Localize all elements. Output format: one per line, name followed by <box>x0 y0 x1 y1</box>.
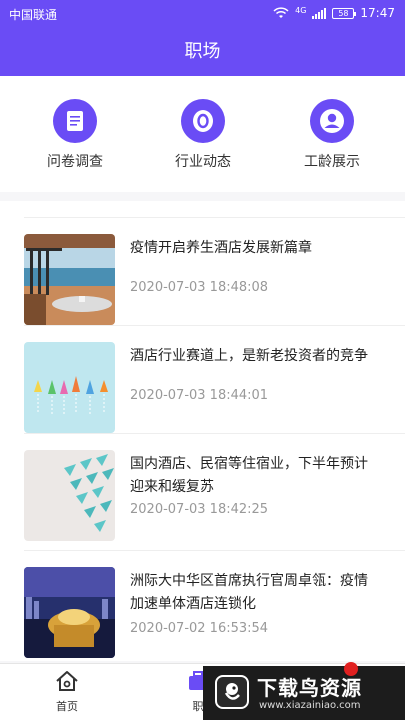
news-item[interactable]: 酒店行业赛道上，是新老投资者的竞争 2020-07-03 18:44:01 <box>0 325 405 433</box>
network-type: 4G <box>295 5 307 15</box>
watermark-url: www.xiazainiao.com <box>259 700 361 711</box>
wifi-icon <box>273 7 289 18</box>
news-list: 疫情开启养生酒店发展新篇章 2020-07-03 18:48:08 酒店行业赛道… <box>0 201 405 661</box>
carrier-name: 中国联通 <box>9 8 58 22</box>
battery-level: 58 <box>338 8 349 18</box>
news-item[interactable]: 洲际大中华区首席执行官周卓瓴：疫情加速单体酒店连锁化 2020-07-02 16… <box>0 550 405 658</box>
divider <box>24 433 405 434</box>
page-title: 职场 <box>184 41 221 62</box>
news-thumbnail-balcony <box>24 234 115 325</box>
survey-document-icon <box>53 99 97 143</box>
clock: 17:47 <box>360 6 395 20</box>
divider <box>24 550 405 551</box>
news-time: 2020-07-03 18:48:08 <box>130 280 269 295</box>
bird-logo-icon <box>215 675 249 709</box>
home-icon <box>56 671 78 691</box>
news-thumbnail-paper-planes <box>24 342 115 433</box>
news-title: 疫情开启养生酒店发展新篇章 <box>130 240 312 256</box>
app-screen: 中国联通 4G 58 17:47 职场 问卷调查 行业动态 工龄展示 疫情开启养… <box>0 0 405 720</box>
news-title: 酒店行业赛道上，是新老投资者的竞争 <box>130 348 368 364</box>
news-title: 国内酒店、民宿等住宿业，下半年预计迎来和缓复苏 <box>130 456 368 495</box>
news-thumbnail-origami <box>24 450 115 541</box>
divider <box>24 325 405 326</box>
industry-news-icon <box>181 99 225 143</box>
shortcut-seniority[interactable]: 工龄展示 <box>282 99 382 171</box>
news-time: 2020-07-03 18:42:25 <box>130 502 269 517</box>
status-icons: 4G 58 17:47 <box>273 6 395 20</box>
watermark-banner: 下载鸟资源 www.xiazainiao.com <box>203 662 405 720</box>
signal-icon <box>312 7 327 19</box>
shortcut-grid: 问卷调查 行业动态 工龄展示 <box>0 76 405 192</box>
tab-home[interactable]: 首页 <box>37 670 97 714</box>
shortcut-survey-label: 问卷调查 <box>47 154 103 170</box>
news-item[interactable]: 疫情开启养生酒店发展新篇章 2020-07-03 18:48:08 <box>0 217 405 325</box>
shortcut-industry-news-label: 行业动态 <box>175 154 231 170</box>
divider <box>24 217 405 218</box>
news-thumbnail-hotel-night <box>24 567 115 658</box>
shortcut-seniority-label: 工龄展示 <box>304 154 360 170</box>
status-bar: 中国联通 4G 58 17:47 <box>0 0 405 28</box>
title-bar: 职场 <box>0 28 405 76</box>
news-time: 2020-07-03 18:44:01 <box>130 388 269 403</box>
news-item[interactable]: 国内酒店、民宿等住宿业，下半年预计迎来和缓复苏 2020-07-03 18:42… <box>0 433 405 541</box>
battery-icon: 58 <box>332 7 357 19</box>
user-profile-icon <box>310 99 354 143</box>
shortcut-industry-news[interactable]: 行业动态 <box>153 99 253 171</box>
watermark-title: 下载鸟资源 <box>257 676 362 700</box>
tab-home-label: 首页 <box>56 700 78 713</box>
news-time: 2020-07-02 16:53:54 <box>130 621 269 636</box>
news-title: 洲际大中华区首席执行官周卓瓴：疫情加速单体酒店连锁化 <box>130 573 368 612</box>
shortcut-survey[interactable]: 问卷调查 <box>25 99 125 171</box>
